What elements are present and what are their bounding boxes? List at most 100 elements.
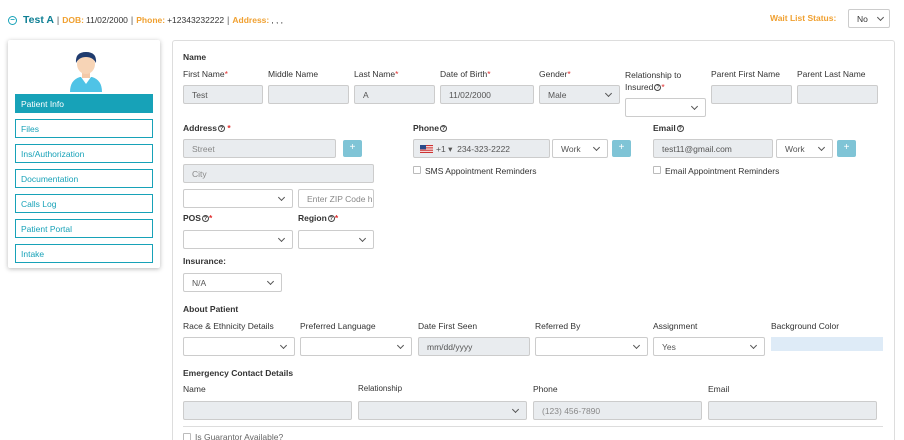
city-input[interactable]: City [183,164,374,183]
dob-input[interactable]: 11/02/2000 [440,85,534,104]
header-separator: | [130,15,134,25]
sms-reminders-checkbox[interactable] [413,166,421,174]
phone-label-text: Phone [413,123,439,133]
about-patient-title: About Patient [183,304,239,314]
chevron-down-icon [749,341,758,350]
help-icon[interactable]: ? [218,125,226,132]
sidebar-item-patient-info[interactable]: Patient Info [15,94,153,113]
email-type-select[interactable]: Work [776,139,833,158]
help-icon[interactable]: ? [327,215,335,222]
sidebar-item-documentation[interactable]: Documentation [15,169,153,188]
date-first-seen-input[interactable]: mm/dd/yyyy [418,337,530,356]
wait-list-select[interactable]: No [848,9,890,28]
gender-value: Male [548,90,567,100]
email-type-value: Work [785,144,805,154]
insurance-select[interactable]: N/A [183,273,282,292]
email-field-label: Email? [653,123,684,133]
address-label: Address: [232,15,270,25]
dob-label: DOB: [62,15,84,25]
plus-icon: + [349,142,356,153]
collapse-icon[interactable]: − [8,15,17,25]
sidebar: Patient Info Files Ins/Authorization Doc… [8,40,160,268]
name-section-title: Name [183,52,207,62]
parent-first-name-label: Parent First Name [711,69,780,79]
sms-reminders-label: SMS Appointment Reminders [425,166,537,176]
wait-list-label: Wait List Status: [770,13,837,23]
assignment-select[interactable]: Yes [653,337,765,356]
emergency-phone-label: Phone [533,384,558,394]
last-name-input[interactable]: A [354,85,435,104]
emergency-email-input[interactable] [708,401,877,420]
chevron-down-icon [604,89,613,98]
chevron-down-icon [632,341,641,350]
user-avatar-icon [70,52,102,92]
add-address-button[interactable]: + [343,140,362,157]
emergency-name-label: Name [183,384,206,394]
first-name-input[interactable]: Test [183,85,263,104]
background-color-swatch[interactable] [771,337,883,351]
language-select[interactable] [300,337,412,356]
plus-icon: + [843,142,850,153]
us-flag-icon [420,145,433,153]
add-phone-button[interactable]: + [612,140,631,157]
email-reminders-label: Email Appointment Reminders [665,166,780,176]
phone-type-select[interactable]: Work [552,139,608,158]
phone-input[interactable]: +1 ▾ 234-323-2222 [413,139,550,158]
relationship-select[interactable] [625,98,706,117]
help-icon[interactable]: ? [439,125,447,132]
chevron-down-icon [592,143,601,152]
emergency-name-input[interactable] [183,401,352,420]
parent-last-name-input[interactable] [797,85,878,104]
referred-by-select[interactable] [535,337,648,356]
assignment-value: Yes [662,342,676,352]
header-separator: | [227,15,230,25]
last-name-label: Last Name* [354,69,398,79]
emergency-phone-input[interactable]: (123) 456-7890 [533,401,702,420]
street-input[interactable]: Street [183,139,336,158]
middle-name-input[interactable] [268,85,349,104]
pos-label: POS? * [183,213,212,223]
relationship-label: Relationship to Insured? * [625,69,681,93]
chevron-down-icon [876,13,885,22]
help-icon[interactable]: ? [201,215,209,222]
country-dropdown-arrow[interactable]: ▾ [448,144,452,154]
sidebar-item-ins-authorization[interactable]: Ins/Authorization [15,144,153,163]
pos-select[interactable] [183,230,293,249]
race-select[interactable] [183,337,295,356]
sidebar-item-intake[interactable]: Intake [15,244,153,263]
emergency-relationship-label: Relationship [358,384,403,393]
required-marker: * [661,82,665,92]
email-reminders-checkbox[interactable] [653,166,661,174]
parent-last-name-label: Parent Last Name [797,69,866,79]
email-input[interactable]: test11@gmail.com [653,139,773,158]
parent-first-name-input[interactable] [711,85,792,104]
dob-value: 11/02/2000 [86,15,128,25]
state-select[interactable] [183,189,293,208]
gender-select[interactable]: Male [539,85,620,104]
emergency-relationship-select[interactable] [358,401,527,420]
phone-type-value: Work [561,144,581,154]
chevron-down-icon [279,341,288,350]
language-label: Preferred Language [300,321,376,331]
middle-name-label: Middle Name [268,69,319,79]
email-label-text: Email [653,123,676,133]
zip-input[interactable]: Enter ZIP Code h [298,189,374,208]
country-code[interactable]: +1 [436,144,446,154]
date-first-seen-label: Date First Seen [418,321,478,331]
chevron-down-icon [396,341,405,350]
header-separator: | [56,15,60,25]
wait-list-value: No [857,14,868,24]
sidebar-item-files[interactable]: Files [15,119,153,138]
add-email-button[interactable]: + [837,140,856,157]
address-value: , , , [271,15,284,25]
guarantor-checkbox[interactable] [183,433,191,440]
sidebar-item-patient-portal[interactable]: Patient Portal [15,219,153,238]
background-color-label: Background Color [771,321,840,331]
region-select[interactable] [298,230,374,249]
help-icon[interactable]: ? [676,125,684,132]
phone-label: Phone: [136,15,166,25]
required-marker: * [487,69,491,79]
sidebar-item-calls-log[interactable]: Calls Log [15,194,153,213]
region-label: Region? * [298,213,338,223]
gender-label: Gender* [539,69,571,79]
